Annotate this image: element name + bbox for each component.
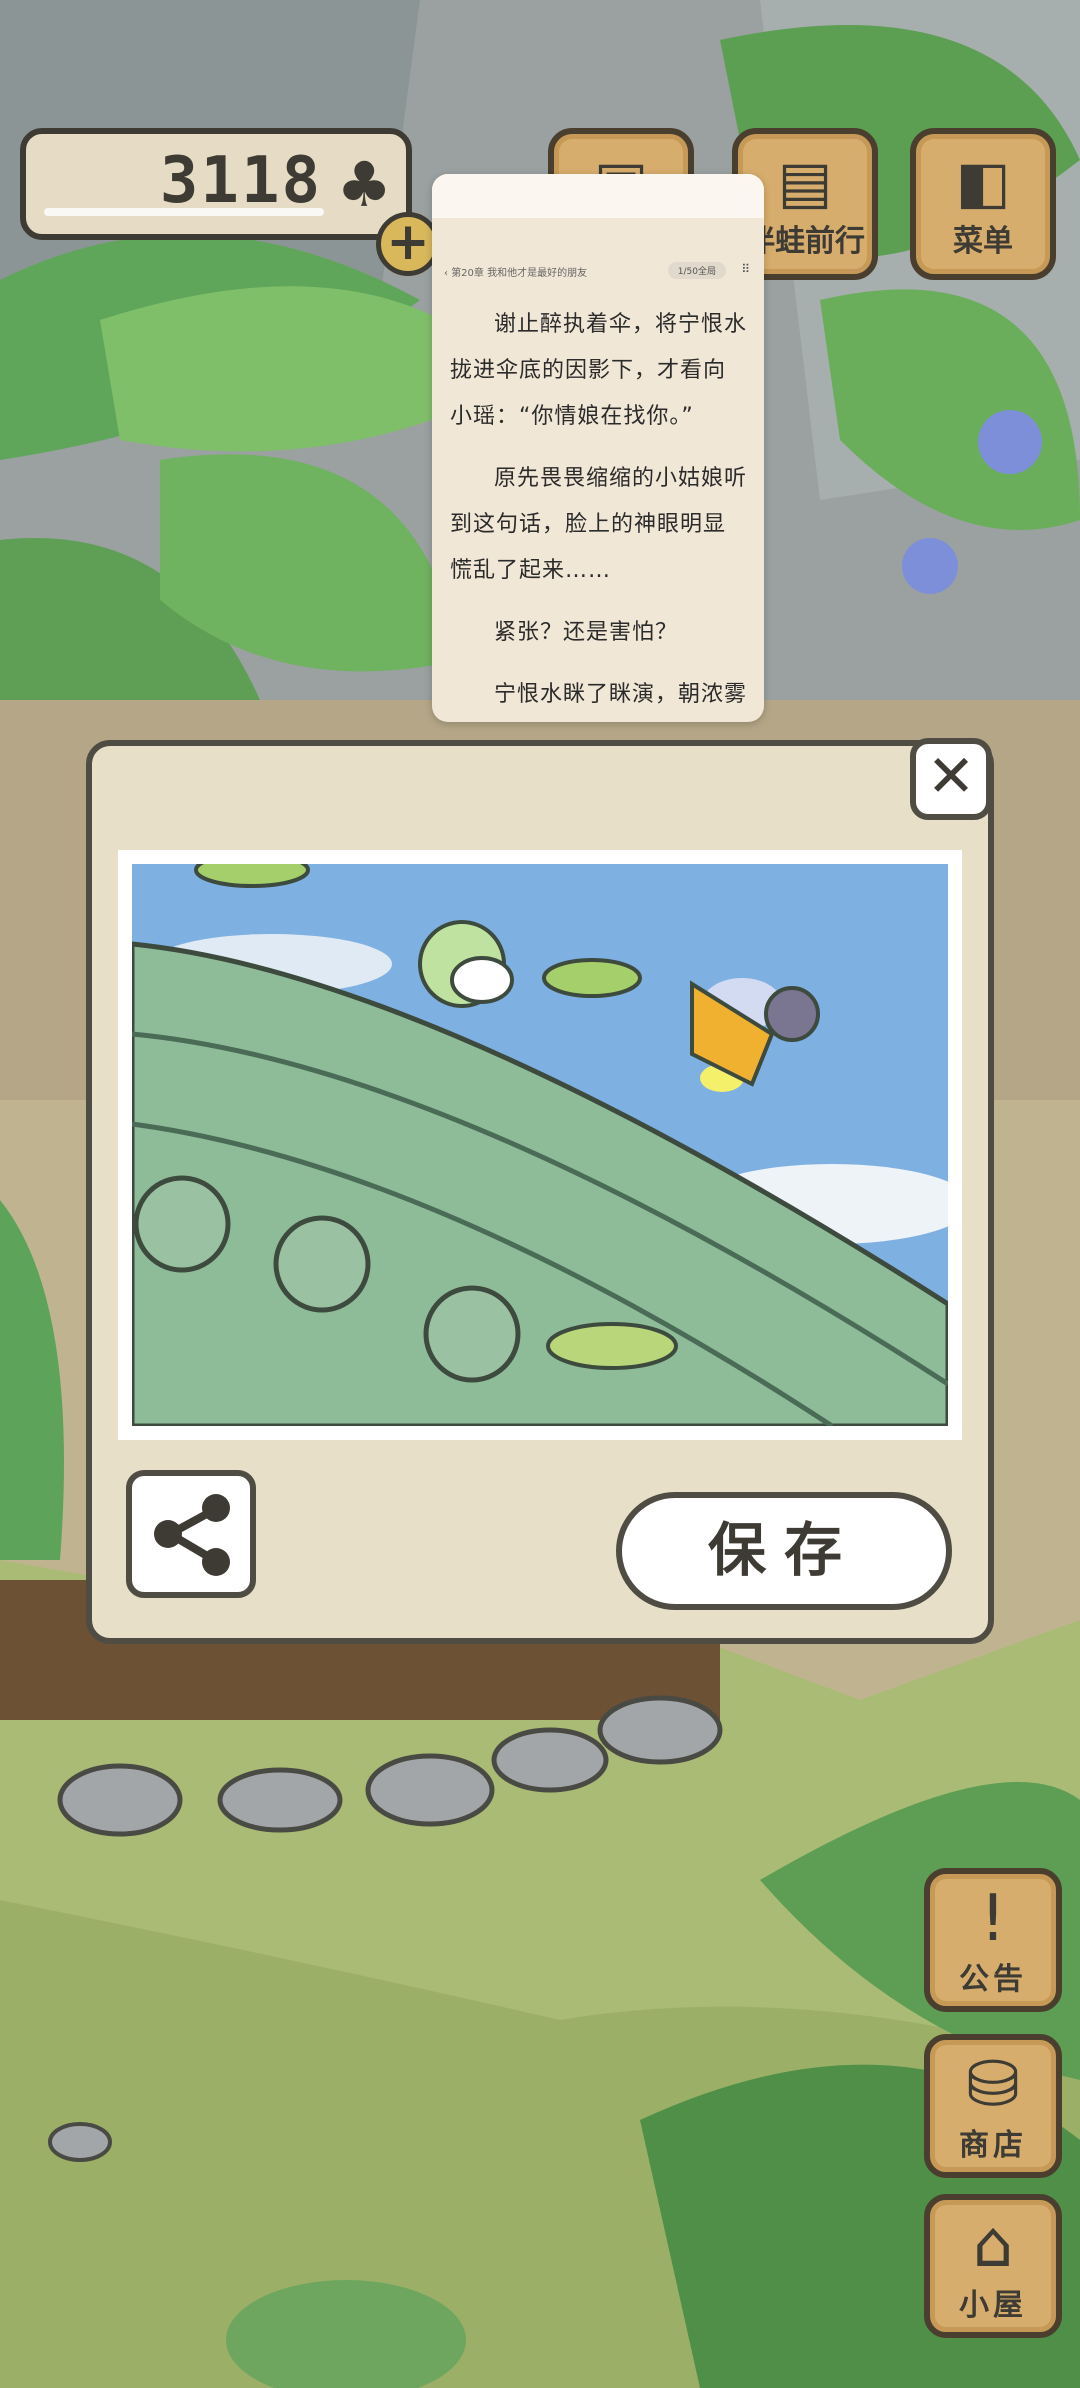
counter-underline	[44, 208, 324, 216]
bags-icon: ⛁	[966, 2048, 1020, 2122]
close-icon: ✕	[926, 742, 976, 810]
frog-photo	[132, 864, 948, 1426]
paragraph: 宁恨水眯了眯演，朝浓雾	[494, 682, 748, 707]
clover-amount: 3118	[159, 144, 322, 218]
announcement-button[interactable]: ! 公告	[924, 1868, 1062, 2012]
add-clover-button[interactable]: +	[376, 212, 440, 276]
paragraph: 谢止醉执着伞，将宁恨水拢进伞底的因影下，才看向小瑶：“你情娘在找你。”	[450, 312, 748, 429]
clover-icon: ♣	[336, 148, 392, 221]
menu-icon: ◧	[955, 148, 1011, 216]
shop-label: 商店	[959, 2128, 1027, 2163]
chapter-title[interactable]: ‹ 第20章 我和他才是最好的朋友	[444, 264, 587, 279]
share-button[interactable]	[126, 1470, 256, 1598]
grid-icon[interactable]: ⠿	[741, 262, 750, 276]
paragraph: 原先畏畏缩缩的小姑娘听到这句话，脸上的神眼明显慌乱了起来……	[450, 466, 748, 583]
paragraph: 紧张？还是害怕？	[494, 620, 679, 645]
chapter-title-text: 第20章 我和他才是最好的朋友	[451, 268, 588, 279]
reader-overlay[interactable]: ‹ 第20章 我和他才是最好的朋友 1/50全局 ⠿ 谢止醉执着伞，将宁恨水拢进…	[432, 174, 764, 722]
close-button[interactable]: ✕	[910, 738, 992, 820]
reader-header: ‹ 第20章 我和他才是最好的朋友 1/50全局 ⠿	[444, 262, 754, 288]
progress-pill[interactable]: 1/50全局	[667, 262, 726, 279]
menu-label: 菜单	[953, 224, 1013, 259]
house-icon: ⌂	[972, 2208, 1014, 2282]
reader-text: 谢止醉执着伞，将宁恨水拢进伞底的因影下，才看向小瑶：“你情娘在找你。” 原先畏畏…	[450, 302, 748, 722]
exclamation-icon: !	[980, 1882, 1006, 1956]
shop-button[interactable]: ⛁ 商店	[924, 2034, 1062, 2178]
house-button[interactable]: ⌂ 小屋	[924, 2194, 1062, 2338]
menu-button[interactable]: ◧ 菜单	[910, 128, 1056, 280]
clover-counter: 3118 ♣	[20, 128, 412, 240]
share-icon	[154, 1494, 230, 1576]
save-button[interactable]: 保存	[616, 1492, 952, 1610]
house-label: 小屋	[959, 2288, 1027, 2323]
announcement-label: 公告	[959, 1962, 1027, 1997]
reader-top-strip	[432, 174, 764, 218]
